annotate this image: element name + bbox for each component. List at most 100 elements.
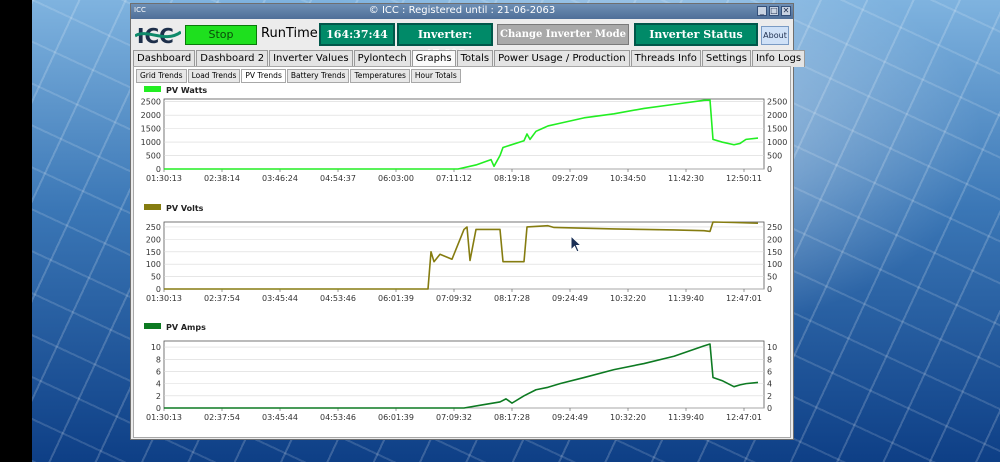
x-tick-label: 04:53:46 — [320, 294, 356, 303]
subtab-pv-trends[interactable]: PV Trends — [241, 69, 286, 83]
tab-dashboard[interactable]: Dashboard — [133, 50, 196, 67]
window-title: © ICC : Registered until : 21-06-2063 — [368, 5, 556, 16]
y-tick-label: 0 — [156, 285, 161, 294]
x-tick-label: 09:27:09 — [552, 174, 588, 183]
x-tick-label: 04:54:37 — [320, 174, 356, 183]
y-tick-label-right: 10 — [767, 343, 777, 352]
y-tick-label: 50 — [151, 273, 161, 282]
y-tick-label-right: 50 — [767, 273, 777, 282]
y-tick-label: 10 — [151, 343, 161, 352]
y-tick-label-right: 2 — [767, 392, 772, 401]
y-tick-label-right: 0 — [767, 404, 772, 413]
y-tick-label-right: 2500 — [767, 98, 787, 107]
x-tick-label: 02:37:54 — [204, 294, 240, 303]
y-tick-label: 6 — [156, 367, 161, 376]
x-tick-label: 06:03:00 — [378, 174, 414, 183]
maximize-button[interactable]: □ — [769, 6, 779, 16]
x-tick-label: 02:38:14 — [204, 174, 240, 183]
x-tick-label: 03:45:44 — [262, 413, 298, 422]
y-tick-label: 200 — [146, 235, 161, 244]
toolbar: ICC Stop RunTime 164:37:44 Inverter: 47.… — [131, 20, 793, 60]
x-tick-label: 02:37:54 — [204, 413, 240, 422]
x-tick-label: 07:09:32 — [436, 294, 472, 303]
legend-label: PV Watts — [166, 86, 207, 95]
tab-threads-info[interactable]: Threads Info — [630, 50, 701, 67]
y-tick-label-right: 2000 — [767, 111, 787, 120]
subtab-grid-trends[interactable]: Grid Trends — [136, 69, 187, 83]
legend-swatch — [144, 86, 161, 92]
legend-swatch — [144, 204, 161, 210]
y-tick-label: 500 — [146, 152, 161, 161]
x-tick-label: 01:30:13 — [146, 294, 182, 303]
y-tick-label: 250 — [146, 223, 161, 232]
plot-area — [163, 221, 765, 290]
inverter-status-button[interactable]: Inverter Status — [634, 23, 758, 46]
tab-graphs[interactable]: Graphs — [411, 50, 456, 67]
y-tick-label: 4 — [156, 380, 161, 389]
minimize-button[interactable]: _ — [757, 6, 767, 16]
inverter-temp: Inverter: 47.0°C — [397, 23, 493, 60]
main-tabs: Dashboard Dashboard 2 Inverter Values Py… — [133, 50, 806, 67]
tab-pylontech[interactable]: Pylontech — [353, 50, 411, 67]
y-tick-label: 1000 — [141, 138, 161, 147]
about-button[interactable]: About — [761, 26, 789, 45]
legend-label: PV Volts — [166, 204, 204, 213]
y-tick-label-right: 6 — [767, 367, 772, 376]
x-tick-label: 12:47:01 — [726, 413, 762, 422]
tab-info-logs[interactable]: Info Logs — [751, 50, 806, 67]
x-tick-label: 10:32:20 — [610, 413, 646, 422]
y-tick-label: 150 — [146, 248, 161, 257]
y-tick-label-right: 250 — [767, 223, 782, 232]
chart-1: PV Watts 0 0 500 500 1000 1000 1500 1500 2000 2000… — [141, 86, 787, 183]
x-tick-label: 09:24:49 — [552, 413, 588, 422]
x-tick-label: 10:34:50 — [610, 174, 646, 183]
close-button[interactable]: ✕ — [781, 6, 791, 16]
sub-tabs: Grid Trends Load Trends PV Trends Batter… — [136, 69, 462, 83]
y-tick-label: 0 — [156, 404, 161, 413]
y-tick-label-right: 0 — [767, 285, 772, 294]
pv-charts: PV Watts0 0500 5001000 10001500 15002000 2000… — [141, 86, 787, 422]
y-tick-label: 1500 — [141, 125, 161, 134]
y-tick-label-right: 500 — [767, 152, 782, 161]
tab-totals[interactable]: Totals — [456, 50, 494, 67]
x-tick-label: 07:11:12 — [436, 174, 472, 183]
x-tick-label: 11:42:30 — [668, 174, 704, 183]
y-tick-label-right: 0 — [767, 165, 772, 174]
x-tick-label: 11:39:40 — [668, 413, 704, 422]
tab-power-usage[interactable]: Power Usage / Production — [494, 50, 630, 67]
subtab-temperatures[interactable]: Temperatures — [350, 69, 410, 83]
title-bar[interactable]: ICC © ICC : Registered until : 21-06-206… — [131, 4, 793, 19]
x-tick-label: 08:19:18 — [494, 174, 530, 183]
x-tick-label: 10:32:20 — [610, 294, 646, 303]
tab-dashboard-2[interactable]: Dashboard 2 — [196, 50, 269, 67]
change-inverter-mode-button[interactable]: Change Inverter Mode — [497, 24, 629, 45]
icc-logo-icon: ICC — [135, 22, 181, 48]
runtime-value: 164:37:44 — [319, 23, 395, 46]
y-tick-label: 8 — [156, 355, 161, 364]
y-tick-label-right: 150 — [767, 248, 782, 257]
y-tick-label: 2 — [156, 392, 161, 401]
y-tick-label: 2500 — [141, 98, 161, 107]
subtab-load-trends[interactable]: Load Trends — [187, 69, 241, 83]
runtime-label: RunTime — [261, 26, 318, 41]
subtab-hour-totals[interactable]: Hour Totals — [410, 69, 461, 83]
x-tick-label: 04:53:46 — [320, 413, 356, 422]
plot-area — [163, 98, 765, 170]
x-tick-label: 09:24:49 — [552, 294, 588, 303]
y-tick-label-right: 4 — [767, 380, 772, 389]
x-tick-label: 01:30:13 — [146, 413, 182, 422]
y-tick-label-right: 200 — [767, 235, 782, 244]
mouse-cursor-icon — [570, 235, 582, 253]
stop-button[interactable]: Stop — [185, 25, 257, 45]
x-tick-label: 03:46:24 — [262, 174, 298, 183]
subtab-battery-trends[interactable]: Battery Trends — [286, 69, 350, 83]
tab-settings[interactable]: Settings — [701, 50, 751, 67]
plot-area — [163, 340, 765, 409]
tab-inverter-values[interactable]: Inverter Values — [269, 50, 353, 67]
x-tick-label: 08:17:28 — [494, 413, 530, 422]
chart-2: PV Volts 0 0 50 50 100 100 150 150 200 200 250 250 01… — [144, 204, 782, 303]
y-tick-label: 2000 — [141, 111, 161, 120]
legend-swatch — [144, 323, 161, 329]
x-tick-label: 12:47:01 — [726, 294, 762, 303]
x-tick-label: 08:17:28 — [494, 294, 530, 303]
